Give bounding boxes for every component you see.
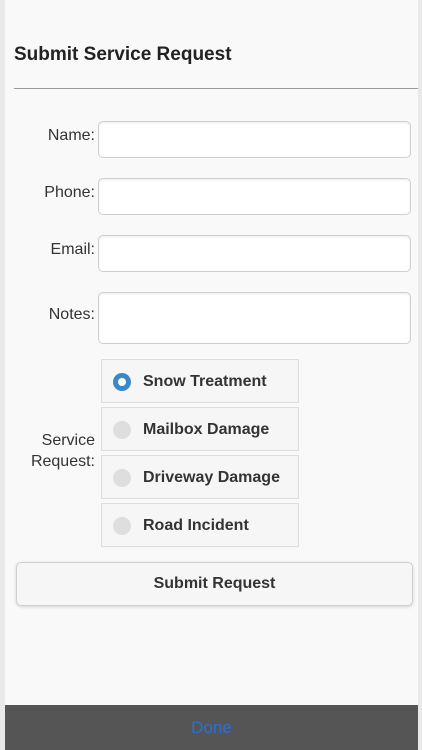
submit-request-button[interactable]: Submit Request — [16, 562, 413, 606]
name-input[interactable] — [98, 121, 411, 158]
radio-label: Mailbox Damage — [143, 421, 270, 438]
radio-unselected-icon — [113, 517, 131, 535]
radio-unselected-icon — [113, 469, 131, 487]
radio-selected-icon — [113, 373, 131, 391]
keyboard-toolbar: Done — [5, 705, 418, 750]
radio-option-road-incident[interactable]: Road Incident — [101, 503, 299, 547]
title-divider — [14, 88, 418, 89]
service-label-line2: Request: — [30, 453, 95, 470]
notes-input[interactable] — [98, 292, 411, 344]
name-label: Name: — [47, 127, 95, 144]
radio-option-driveway-damage[interactable]: Driveway Damage — [101, 455, 299, 499]
radio-option-mailbox-damage[interactable]: Mailbox Damage — [101, 407, 299, 451]
notes-label: Notes: — [48, 306, 95, 323]
radio-option-snow-treatment[interactable]: Snow Treatment — [101, 359, 299, 403]
service-radio-group: Snow Treatment Mailbox Damage Driveway D… — [101, 359, 299, 551]
page-title: Submit Service Request — [14, 44, 232, 65]
radio-label: Road Incident — [143, 517, 249, 534]
service-request-label: Service Request: — [31, 430, 95, 472]
radio-label: Driveway Damage — [143, 469, 280, 486]
email-label: Email: — [50, 241, 95, 258]
phone-input[interactable] — [98, 178, 411, 215]
form-page: Submit Service Request Name: Phone: Emai… — [5, 0, 418, 750]
radio-unselected-icon — [113, 421, 131, 439]
done-button[interactable]: Done — [5, 705, 418, 750]
email-input[interactable] — [98, 235, 411, 272]
service-label-line1: Service — [41, 432, 95, 449]
radio-label: Snow Treatment — [143, 373, 267, 390]
phone-label: Phone: — [44, 184, 95, 201]
